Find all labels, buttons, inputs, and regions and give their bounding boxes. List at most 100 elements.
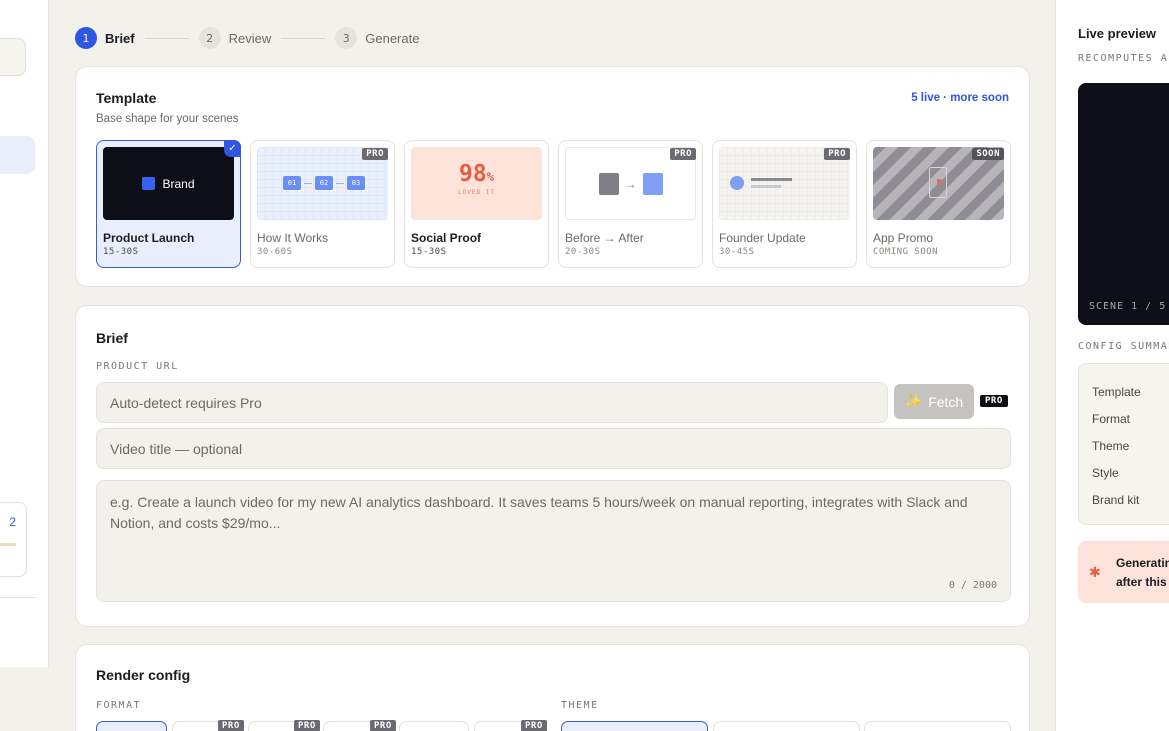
theme-option[interactable] [864, 721, 1011, 731]
step-review[interactable]: 2 Review [198, 27, 271, 49]
description-placeholder: e.g. Create a launch video for my new AI… [110, 494, 968, 531]
format-label: FORMAT [96, 700, 142, 711]
sparkle-icon: ✱ [1089, 564, 1101, 580]
step-brief[interactable]: 1 Brief [75, 27, 135, 49]
pro-tag: PRO [824, 148, 850, 160]
format-option[interactable] [96, 721, 167, 731]
pro-tag: PRO [294, 720, 320, 731]
product-url-input[interactable]: Auto-detect requires Pro [96, 382, 888, 423]
step-label: Brief [105, 30, 135, 46]
step-label: Generate [365, 30, 420, 46]
scene-indicator: SCENE 1 / 5 [1089, 301, 1167, 312]
brief-title: Brief [96, 330, 128, 346]
format-option[interactable] [399, 721, 469, 731]
step-box: 01 [283, 176, 301, 190]
check-icon: ✓ [224, 140, 241, 157]
stat-unit: % [486, 170, 494, 184]
pro-tag: PRO [521, 720, 547, 731]
text-line [751, 178, 792, 181]
pro-tag: PRO [362, 148, 388, 160]
step-dash [336, 182, 344, 184]
text-line [751, 185, 781, 188]
step-number: 2 [198, 27, 221, 49]
pro-tag: PRO [670, 148, 696, 160]
preview-title: Live preview [1078, 26, 1157, 41]
phone-icon [929, 167, 947, 198]
soon-tag: SOON [972, 148, 1004, 160]
fetch-label: Fetch [928, 393, 964, 410]
template-product-launch[interactable]: Brand ✓ Product Launch 15-30S [96, 140, 241, 268]
notice-line: Generatin [1116, 556, 1169, 570]
summary-row: Format [1092, 412, 1131, 426]
step-dash [304, 182, 312, 184]
summary-row: Template [1092, 385, 1141, 399]
template-duration: 15-30S [411, 247, 447, 257]
usage-bar [0, 543, 16, 546]
template-duration: COMING SOON [873, 247, 939, 257]
preview-subtitle: RECOMPUTES AS [1078, 53, 1169, 64]
step-number: 3 [335, 27, 358, 49]
template-thumbnail: 98% LOVED IT [411, 147, 542, 220]
template-how-it-works[interactable]: 01 02 03 PRO How It Works 30-60S [250, 140, 395, 268]
template-thumbnail: Brand [103, 147, 234, 220]
generation-notice: ✱ Generatin after this [1078, 541, 1169, 603]
sparkle-icon: ✨ [904, 393, 923, 409]
template-name: Founder Update [719, 231, 806, 245]
template-title: Template [96, 90, 157, 106]
template-name: Product Launch [103, 231, 195, 245]
template-duration: 30-60S [257, 247, 293, 257]
preview-panel: Live preview RECOMPUTES AS SCENE 1 / 5 C… [1055, 0, 1169, 731]
notice-line: after this [1116, 575, 1167, 589]
config-summary: Template Format Theme Style Brand kit [1078, 363, 1169, 525]
stat-value: 98 [459, 161, 487, 187]
template-name: Before → After [565, 231, 644, 245]
pro-tag: PRO [980, 395, 1008, 407]
template-social-proof[interactable]: 98% LOVED IT Social Proof 15-30S [404, 140, 549, 268]
step-generate[interactable]: 3 Generate [335, 27, 419, 49]
step-connector [281, 37, 326, 39]
stepper: 1 Brief 2 Review 3 Generate [75, 27, 419, 49]
brief-card: Brief PRODUCT URL Auto-detect requires P… [75, 305, 1030, 627]
render-config-title: Render config [96, 667, 191, 683]
step-connector [144, 37, 189, 39]
theme-label: THEME [561, 700, 599, 711]
avatar-circle [730, 176, 744, 190]
template-name: Social Proof [411, 231, 482, 245]
pro-tag: PRO [370, 720, 396, 731]
arrow-right-icon: → [624, 176, 637, 191]
template-founder-update[interactable]: PRO Founder Update 30-45S [712, 140, 857, 268]
config-summary-label: CONFIG SUMMAR [1078, 341, 1169, 352]
summary-row: Theme [1092, 439, 1130, 453]
summary-row: Brand kit [1092, 493, 1140, 507]
template-name: App Promo [873, 231, 934, 245]
sidebar-divider [0, 597, 36, 598]
render-config-card: Render config FORMAT THEME PRO PRO PRO P… [75, 644, 1030, 731]
video-title-input[interactable]: Video title — optional [96, 428, 1011, 469]
template-duration: 15-30S [103, 247, 139, 257]
template-duration: 30-45S [719, 247, 755, 257]
step-box: 02 [315, 176, 333, 190]
template-card: Template Base shape for your scenes 5 li… [75, 66, 1030, 287]
template-name: How It Works [257, 231, 329, 245]
preview-canvas[interactable]: SCENE 1 / 5 [1078, 83, 1169, 325]
pro-tag: PRO [218, 720, 244, 731]
template-before-after[interactable]: → PRO Before → After 20-30S [558, 140, 703, 268]
theme-option[interactable] [561, 721, 708, 731]
sidebar-item-active[interactable] [0, 136, 35, 174]
step-box: 03 [347, 176, 365, 190]
fetch-button[interactable]: ✨ Fetch [894, 384, 974, 419]
summary-row: Style [1092, 466, 1119, 480]
thumb-brand-text: Brand [162, 176, 195, 191]
template-subtitle: Base shape for your scenes [96, 113, 239, 125]
template-app-promo: SOON App Promo COMING SOON [866, 140, 1011, 268]
template-duration: 20-30S [565, 247, 601, 257]
step-number: 1 [75, 27, 97, 49]
sidebar-usage-card: 2 [0, 502, 27, 577]
left-sidebar: 2 [0, 0, 49, 667]
product-url-label: PRODUCT URL [96, 361, 179, 372]
after-block [642, 172, 663, 195]
theme-option[interactable] [713, 721, 860, 731]
before-block [598, 172, 619, 195]
description-textarea[interactable]: e.g. Create a launch video for my new AI… [96, 480, 1011, 602]
sidebar-search[interactable] [0, 38, 26, 76]
